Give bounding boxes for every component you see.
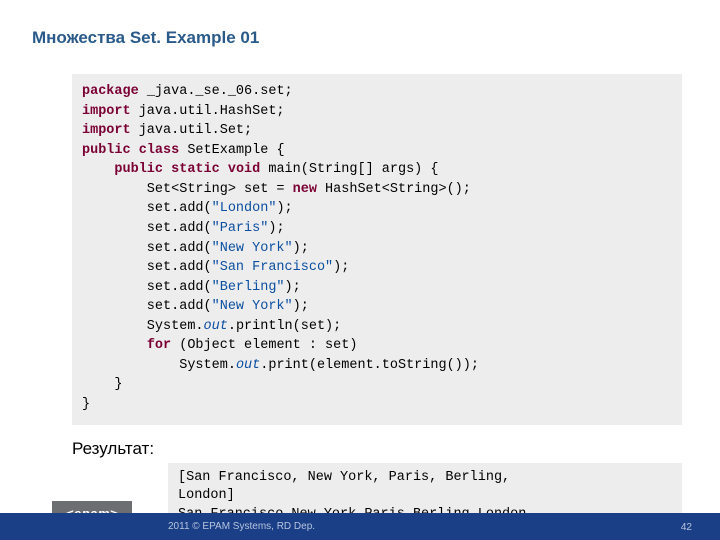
copyright-text: 2011 © EPAM Systems, RD Dep. (168, 521, 315, 532)
result-label: Результат: (72, 439, 720, 459)
page-number: 42 (681, 522, 692, 533)
slide-title: Множества Set. Example 01 (0, 0, 720, 48)
code-block: package _java._se._06.set; import java.u… (72, 74, 682, 425)
footer-bar: 2011 © EPAM Systems, RD Dep. 42 (0, 513, 720, 540)
